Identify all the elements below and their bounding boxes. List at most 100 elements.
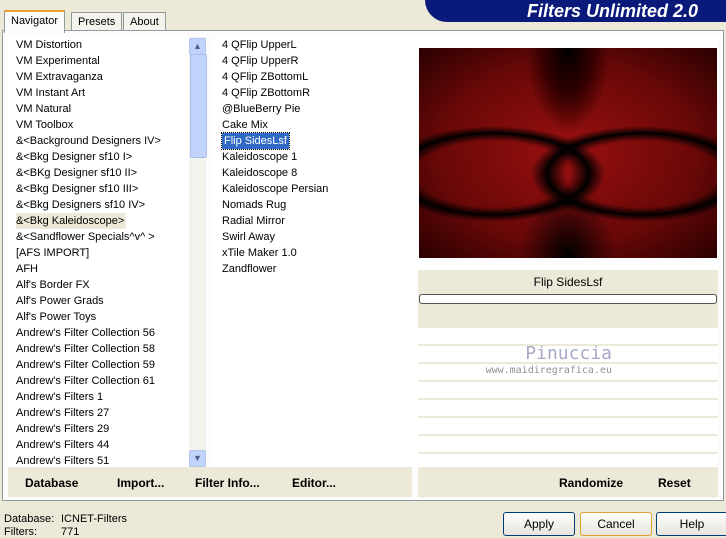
category-item[interactable]: Andrew's Filter Collection 58 [16, 341, 197, 357]
item-label: Kaleidoscope 8 [222, 167, 298, 179]
category-item[interactable]: &<Sandflower Specials^v^ > [16, 229, 197, 245]
item-label: Swirl Away [222, 231, 275, 243]
item-label: &<Bkg Kaleidoscope> [16, 213, 127, 229]
filter-item[interactable]: 4 QFlip ZBottomL [222, 69, 422, 85]
filters-count: 771 [61, 526, 80, 538]
progress-bar [419, 294, 717, 304]
filter-item[interactable]: @BlueBerry Pie [222, 101, 422, 117]
category-item[interactable]: Andrew's Filters 27 [16, 405, 197, 421]
filter-item[interactable]: 4 QFlip UpperR [222, 53, 422, 69]
item-label: Flip SidesLsf [221, 132, 290, 150]
category-item[interactable]: VM Toolbox [16, 117, 197, 133]
item-label: Alf's Power Toys [16, 311, 97, 323]
item-label: [AFS IMPORT] [16, 247, 90, 259]
item-label: Kaleidoscope 1 [222, 151, 298, 163]
filter-item[interactable]: Nomads Rug [222, 197, 422, 213]
category-item[interactable]: Andrew's Filter Collection 56 [16, 325, 197, 341]
item-label: VM Natural [16, 103, 72, 115]
editor-button[interactable]: Editor... [292, 476, 336, 490]
item-label: Andrew's Filters 51 [16, 455, 110, 467]
tab-navigator[interactable]: Navigator [4, 10, 66, 33]
filter-item[interactable]: Radial Mirror [222, 213, 422, 229]
cancel-button[interactable]: Cancel [580, 512, 652, 536]
category-item[interactable]: AFH [16, 261, 197, 277]
item-label: Andrew's Filters 27 [16, 407, 110, 419]
randomize-button[interactable]: Randomize [559, 476, 623, 490]
parameter-slot [418, 326, 718, 344]
parameter-slot [418, 434, 718, 452]
category-item[interactable]: &<Bkg Designer sf10 III> [16, 181, 197, 197]
filter-info-button[interactable]: Filter Info... [195, 476, 260, 490]
category-item[interactable]: &<Background Designers IV> [16, 133, 197, 149]
category-item[interactable]: VM Instant Art [16, 85, 197, 101]
item-label: Cake Mix [222, 119, 268, 131]
item-label: 4 QFlip UpperR [222, 55, 299, 67]
filter-item[interactable]: 4 QFlip UpperL [222, 37, 422, 53]
item-label: Andrew's Filter Collection 61 [16, 375, 156, 387]
database-button[interactable]: Database [25, 476, 78, 490]
item-label: @BlueBerry Pie [222, 103, 301, 115]
item-label: Andrew's Filter Collection 56 [16, 327, 156, 339]
item-label: AFH [16, 263, 38, 275]
filter-item[interactable]: Kaleidoscope 1 [222, 149, 422, 165]
category-item[interactable]: VM Natural [16, 101, 197, 117]
item-label: &<Bkg Designer sf10 I> [16, 151, 133, 163]
filter-item[interactable]: Kaleidoscope 8 [222, 165, 422, 181]
category-item[interactable]: VM Extravaganza [16, 69, 197, 85]
item-label: Alf's Border FX [16, 279, 90, 291]
item-label: &<Bkg Designers sf10 IV> [16, 199, 146, 211]
item-label: Andrew's Filter Collection 59 [16, 359, 156, 371]
category-item[interactable]: &<Bkg Designers sf10 IV> [16, 197, 197, 213]
filter-item[interactable]: xTile Maker 1.0 [222, 245, 422, 261]
category-item[interactable]: Alf's Power Toys [16, 309, 197, 325]
filter-item[interactable]: Swirl Away [222, 229, 422, 245]
import-button[interactable]: Import... [117, 476, 164, 490]
item-label: Andrew's Filter Collection 58 [16, 343, 156, 355]
tab-presets[interactable]: Presets [71, 12, 123, 31]
item-label: Andrew's Filters 29 [16, 423, 110, 435]
category-item[interactable]: [AFS IMPORT] [16, 245, 197, 261]
scroll-thumb[interactable] [190, 54, 207, 158]
tab-about[interactable]: About [123, 12, 166, 31]
category-item[interactable]: Andrew's Filter Collection 61 [16, 373, 197, 389]
item-label: VM Extravaganza [16, 71, 103, 83]
database-value: ICNET-Filters [61, 513, 127, 525]
category-list[interactable]: VM Distortion VM Experimental VM Extravaga… [8, 37, 197, 467]
database-label: Database: [4, 513, 55, 525]
item-label: Zandflower [222, 263, 277, 275]
filter-item[interactable]: Zandflower [222, 261, 422, 277]
category-item[interactable]: &<BKg Designer sf10 II> [16, 165, 197, 181]
filters-label: Filters: [4, 526, 37, 538]
category-item[interactable]: Andrew's Filter Collection 59 [16, 357, 197, 373]
reset-button[interactable]: Reset [658, 476, 691, 490]
watermark-name: Pinuccia [525, 343, 612, 364]
item-label: VM Distortion [16, 39, 83, 51]
help-button[interactable]: Help [656, 512, 726, 536]
scroll-down-icon[interactable]: ▼ [189, 450, 206, 467]
item-label: VM Experimental [16, 55, 100, 67]
item-label: &<BKg Designer sf10 II> [16, 167, 138, 179]
filter-item[interactable]: 4 QFlip ZBottomR [222, 85, 422, 101]
apply-button[interactable]: Apply [503, 512, 575, 536]
category-item[interactable]: &<Bkg Kaleidoscope> [16, 213, 197, 229]
category-item[interactable]: Alf's Power Grads [16, 293, 197, 309]
filter-item[interactable]: Kaleidoscope Persian [222, 181, 422, 197]
category-item[interactable]: &<Bkg Designer sf10 I> [16, 149, 197, 165]
item-label: Nomads Rug [222, 199, 287, 211]
filter-item[interactable]: Flip SidesLsf [221, 132, 422, 150]
category-item[interactable]: Andrew's Filters 44 [16, 437, 197, 453]
category-item[interactable]: VM Experimental [16, 53, 197, 69]
filter-list[interactable]: 4 QFlip UpperL 4 QFlip UpperR 4 QFlip ZBot… [212, 37, 422, 467]
item-label: Alf's Power Grads [16, 295, 104, 307]
scroll-up-icon[interactable]: ▲ [189, 38, 206, 55]
item-label: 4 QFlip ZBottomL [222, 71, 309, 83]
filter-item[interactable]: Cake Mix [222, 117, 422, 133]
category-item[interactable]: VM Distortion [16, 37, 197, 53]
item-label: Andrew's Filters 1 [16, 391, 104, 403]
category-item[interactable]: Andrew's Filters 29 [16, 421, 197, 437]
item-label: Andrew's Filters 44 [16, 439, 110, 451]
preview-image [419, 48, 717, 258]
category-item[interactable]: Alf's Border FX [16, 277, 197, 293]
category-item[interactable]: Andrew's Filters 1 [16, 389, 197, 405]
item-label: &<Bkg Designer sf10 III> [16, 183, 139, 195]
